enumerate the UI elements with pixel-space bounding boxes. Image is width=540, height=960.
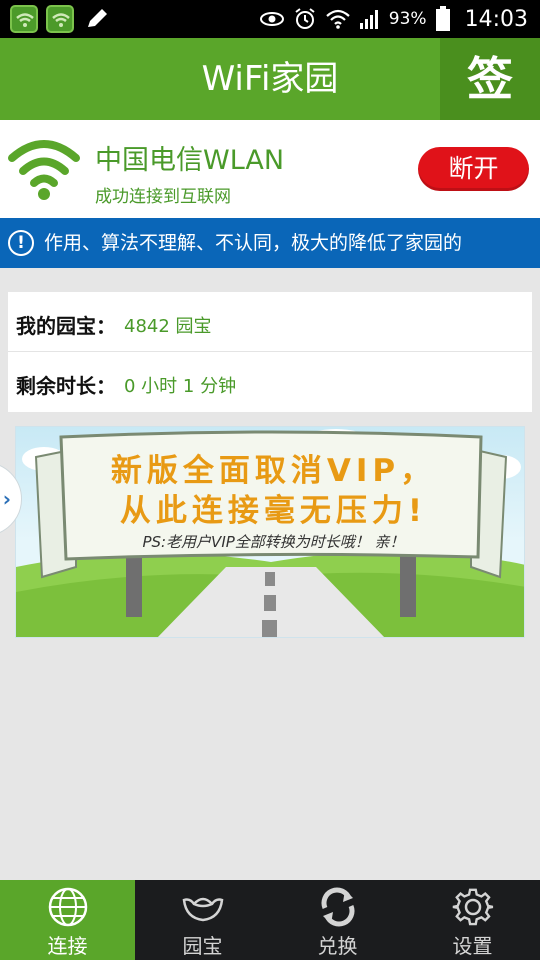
treasure-label: 我的园宝： — [16, 314, 116, 338]
battery-icon — [435, 6, 450, 31]
treasure-value: 4842 园宝 — [124, 316, 212, 337]
connection-status: 成功连接到互联网 — [95, 187, 231, 207]
disconnect-button[interactable]: 断开 — [418, 147, 529, 191]
ingot-icon — [182, 897, 224, 922]
info-icon: ! — [8, 230, 34, 256]
wifi-app-notification-icon — [10, 5, 38, 33]
chevron-right-icon: › — [2, 487, 11, 511]
connection-card: 中国电信WLAN 成功连接到互联网 断开 — [0, 120, 540, 218]
network-name: 中国电信WLAN — [95, 145, 285, 176]
account-info-panel: 我的园宝： 4842 园宝 剩余时长： 0 小时 1 分钟 — [8, 292, 532, 412]
gear-icon — [452, 888, 494, 926]
treasure-row: 我的园宝： 4842 园宝 — [8, 292, 532, 352]
exchange-icon — [321, 887, 355, 927]
wifi-status-icon — [326, 9, 350, 29]
signal-icon — [359, 10, 378, 29]
nav-label-settings: 设置 — [452, 934, 493, 958]
nav-item-exchange[interactable]: 兑换 — [270, 880, 405, 960]
status-bar: 93% 14:03 — [0, 0, 540, 38]
alarm-icon — [295, 8, 315, 29]
nav-item-settings[interactable]: 设置 — [405, 880, 540, 960]
nav-item-treasure[interactable]: 园宝 — [135, 880, 270, 960]
banner-footnote: PS:老用户VIP全部转换为时长哦！ 亲！ — [142, 533, 405, 551]
pencil-icon — [88, 9, 107, 27]
battery-percent: 93% — [388, 9, 427, 29]
banner-headline-1: 新版全面取消VIP， — [110, 453, 437, 489]
globe-icon — [48, 887, 88, 927]
wifi-app-notification-icon-2 — [46, 5, 74, 33]
notice-text: 作用、算法不理解、不认同，极大的降低了家园的 — [44, 232, 463, 254]
promo-banner[interactable]: 新版全面取消VIP， 从此连接毫无压力! PS:老用户VIP全部转换为时长哦！ … — [15, 426, 525, 638]
nav-label-exchange: 兑换 — [317, 934, 358, 958]
notice-ticker[interactable]: ! 作用、算法不理解、不认同，极大的降低了家园的 — [0, 218, 540, 268]
nav-label-connect: 连接 — [47, 934, 88, 958]
remaining-time-label: 剩余时长： — [16, 374, 116, 398]
sign-in-button[interactable]: 签 — [440, 38, 540, 120]
wifi-signal-icon — [8, 140, 80, 200]
bottom-navigation: 连接 园宝 兑换 设置 — [0, 880, 540, 960]
remaining-time-value: 0 小时 1 分钟 — [124, 376, 237, 397]
nav-item-connect[interactable]: 连接 — [0, 880, 135, 960]
nav-label-treasure: 园宝 — [182, 934, 223, 958]
clock: 14:03 — [464, 6, 528, 32]
remaining-time-row: 剩余时长： 0 小时 1 分钟 — [8, 352, 532, 412]
eye-icon — [259, 12, 284, 26]
app-title-bar: WiFi家园 签 — [0, 38, 540, 120]
page-title: WiFi家园 — [201, 59, 339, 99]
banner-headline-2: 从此连接毫无压力! — [119, 493, 428, 529]
